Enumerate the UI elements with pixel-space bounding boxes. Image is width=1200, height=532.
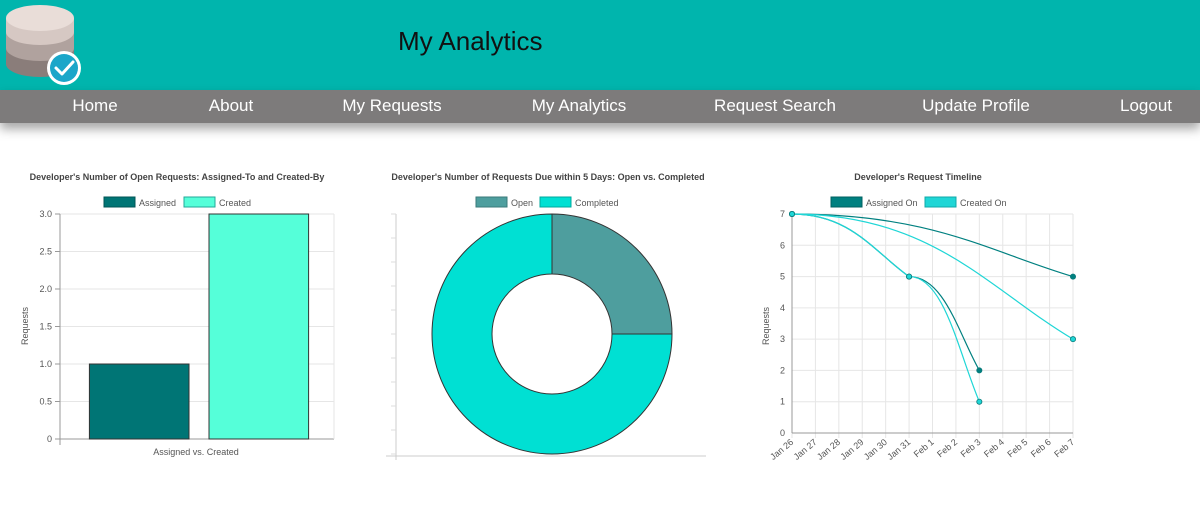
database-check-icon[interactable] — [2, 2, 82, 86]
doughnut-chart-title: Developer's Number of Requests Due withi… — [391, 172, 704, 182]
bar-chart-title: Developer's Number of Open Requests: Ass… — [30, 172, 325, 182]
line-y-tick-label: 5 — [780, 272, 785, 282]
request-timeline-line-chart: Developer's Request Timeline Assigned On… — [755, 160, 1155, 480]
legend-created-on-swatch[interactable] — [924, 196, 957, 208]
line-x-tick-label: Feb 2 — [935, 437, 959, 459]
legend-created-on-label[interactable]: Created On — [960, 198, 1007, 208]
bar-chart-svg: Developer's Number of Open Requests: Ass… — [20, 172, 335, 457]
bar-y-tick-label: 3.0 — [39, 209, 52, 219]
page-title: My Analytics — [398, 26, 543, 56]
legend-assigned-swatch[interactable] — [103, 196, 136, 208]
bar-y-tick-label: 1.0 — [39, 359, 52, 369]
legend-open-swatch[interactable] — [475, 196, 508, 208]
nav-my-analytics-link[interactable]: My Analytics — [532, 96, 626, 116]
line-x-tick-label: Jan 27 — [792, 437, 819, 462]
line-x-tick-label: Feb 7 — [1052, 437, 1076, 459]
legend-open-label[interactable]: Open — [511, 198, 533, 208]
bar-y-tick-label: 2.0 — [39, 284, 52, 294]
bar-created[interactable] — [208, 213, 310, 440]
app-header: My Analytics — [0, 0, 1200, 90]
nav-update-profile-link[interactable]: Update Profile — [922, 96, 1030, 116]
line-y-tick-label: 2 — [780, 365, 785, 375]
line-y-tick-label: 1 — [780, 397, 785, 407]
line-x-tick-label: Jan 26 — [768, 437, 795, 462]
line-x-tick-label: Feb 5 — [1005, 437, 1029, 459]
legend-completed-swatch[interactable] — [539, 196, 572, 208]
line-y-tick-label: 6 — [780, 240, 785, 250]
legend-created-label[interactable]: Created — [219, 198, 251, 208]
bar-assigned[interactable] — [88, 363, 190, 440]
line-y-tick-label: 3 — [780, 334, 785, 344]
line-data-point[interactable] — [976, 398, 983, 405]
bar-chart-y-axis-label: Requests — [20, 306, 30, 345]
line-y-tick-label: 0 — [780, 428, 785, 438]
line-x-tick-label: Jan 29 — [838, 437, 865, 462]
line-chart-y-axis-label: Requests — [761, 306, 771, 345]
doughnut-slice-open[interactable] — [551, 213, 673, 335]
line-x-tick-label: Feb 6 — [1029, 437, 1053, 459]
line-data-point[interactable] — [906, 273, 913, 280]
nav-bar: Home About My Requests My Analytics Requ… — [0, 90, 1200, 123]
nav-request-search-link[interactable]: Request Search — [714, 96, 836, 116]
doughnut-chart-svg: Developer's Number of Requests Due withi… — [386, 172, 706, 460]
due-requests-doughnut-chart: Developer's Number of Requests Due withi… — [380, 160, 780, 480]
line-chart-title: Developer's Request Timeline — [854, 172, 982, 182]
bar-y-tick-label: 0.5 — [39, 397, 52, 407]
nav-about-link[interactable]: About — [209, 96, 253, 116]
legend-assigned-label[interactable]: Assigned — [139, 198, 176, 208]
nav-my-requests-link[interactable]: My Requests — [342, 96, 441, 116]
legend-assigned-on-swatch[interactable] — [830, 196, 863, 208]
line-y-tick-label: 4 — [780, 303, 785, 313]
legend-created-swatch[interactable] — [183, 196, 216, 208]
line-x-tick-label: Jan 28 — [815, 437, 842, 462]
legend-completed-label[interactable]: Completed — [575, 198, 619, 208]
line-data-point[interactable] — [976, 367, 983, 374]
bar-chart-x-axis-label: Assigned vs. Created — [153, 447, 239, 457]
line-x-tick-label: Feb 1 — [912, 437, 936, 459]
line-data-point[interactable] — [789, 211, 796, 218]
bar-y-tick-label: 1.5 — [39, 322, 52, 332]
line-y-tick-label: 7 — [780, 209, 785, 219]
line-data-point[interactable] — [1069, 336, 1076, 343]
line-x-tick-label: Feb 4 — [982, 437, 1006, 459]
nav-logout-link[interactable]: Logout — [1120, 96, 1172, 116]
nav-home-link[interactable]: Home — [72, 96, 117, 116]
line-data-point[interactable] — [1069, 273, 1076, 280]
open-requests-bar-chart: Developer's Number of Open Requests: Ass… — [0, 160, 400, 480]
bar-y-tick-label: 2.5 — [39, 247, 52, 257]
line-x-tick-label: Feb 3 — [959, 437, 983, 459]
legend-assigned-on-label[interactable]: Assigned On — [866, 198, 918, 208]
line-x-tick-label: Jan 30 — [862, 437, 889, 462]
line-chart-svg: Developer's Request Timeline Assigned On… — [761, 172, 1076, 462]
line-x-tick-label: Jan 31 — [885, 437, 912, 462]
bar-y-tick-label: 0 — [47, 434, 52, 444]
